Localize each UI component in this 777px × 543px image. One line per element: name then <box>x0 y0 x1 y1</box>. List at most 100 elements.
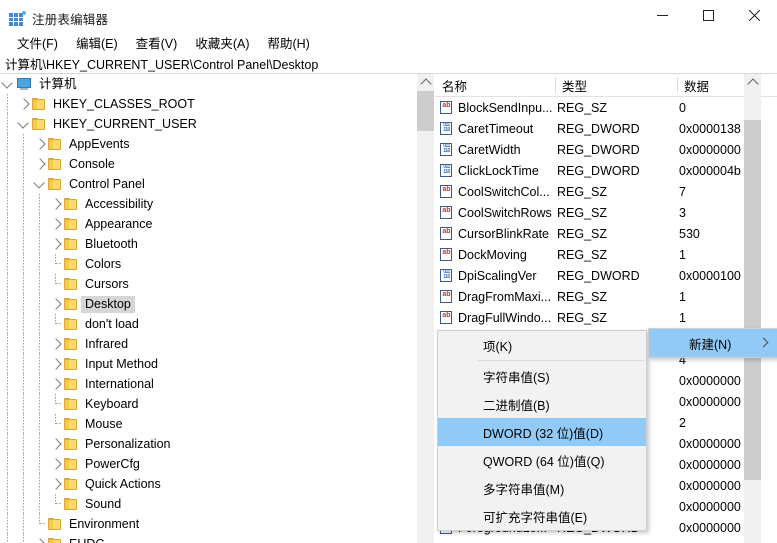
value-row[interactable]: 011110DpiScalingVerREG_DWORD0x0000100 <box>435 265 777 286</box>
menu-1[interactable]: 文件(F) <box>8 30 67 55</box>
tree-expand-chevron-icon[interactable] <box>48 294 64 314</box>
tree-expand-chevron-icon[interactable] <box>32 154 48 174</box>
menu-4[interactable]: 收藏夹(A) <box>186 30 258 55</box>
tree-indent <box>32 454 48 474</box>
submenu-item-4[interactable]: DWORD (32 位)值(D) <box>438 418 646 446</box>
tree-item-keyboard[interactable]: Keyboard <box>0 394 420 414</box>
folder-icon <box>48 138 62 151</box>
tree-item-console[interactable]: Console <box>0 154 420 174</box>
minimize-button[interactable] <box>639 0 685 31</box>
submenu-item-3[interactable]: 二进制值(B) <box>438 390 646 418</box>
values-scroll-up-button[interactable] <box>744 74 761 91</box>
tree-expand-chevron-icon[interactable] <box>48 194 64 214</box>
tree-item-accessibility[interactable]: Accessibility <box>0 194 420 214</box>
registry-tree-pane[interactable]: 计算机HKEY_CLASSES_ROOTHKEY_CURRENT_USERApp… <box>0 74 434 543</box>
tree-indent <box>0 274 16 294</box>
string-value-icon: ab <box>439 206 454 220</box>
address-bar[interactable]: 计算机\HKEY_CURRENT_USER\Control Panel\Desk… <box>0 54 777 73</box>
tree-indent <box>32 414 48 434</box>
tree-expand-chevron-icon[interactable] <box>48 234 64 254</box>
title-bar-left: 注册表编辑器 <box>9 9 108 28</box>
submenu-item-1[interactable]: 项(K) <box>438 331 646 359</box>
tree-item-cursors[interactable]: Cursors <box>0 274 420 294</box>
tree-guide-line <box>7 154 8 174</box>
value-row[interactable]: abBlockSendInpu...REG_SZ0 <box>435 97 777 118</box>
tree-item-control-panel[interactable]: Control Panel <box>0 174 420 194</box>
tree-leaf-connector <box>48 254 64 274</box>
value-data: 0x0000000 <box>679 458 741 472</box>
tree-expand-chevron-icon[interactable] <box>48 354 64 374</box>
menu-2[interactable]: 编辑(E) <box>67 30 127 55</box>
value-row[interactable]: 011110CaretWidthREG_DWORD0x0000000 <box>435 139 777 160</box>
tree-item-colors[interactable]: Colors <box>0 254 420 274</box>
tree-indent <box>32 334 48 354</box>
column-header-type[interactable]: 类型 <box>555 74 587 96</box>
submenu-item-6[interactable]: 多字符串值(M) <box>438 474 646 502</box>
dword-value-icon: 011110 <box>439 164 454 178</box>
tree-item-hkey-classes-root[interactable]: HKEY_CLASSES_ROOT <box>0 94 420 114</box>
value-row[interactable]: abCursorBlinkRateREG_SZ530 <box>435 223 777 244</box>
submenu-item-2[interactable]: 字符串值(S) <box>438 362 646 390</box>
value-row[interactable]: abCoolSwitchRowsREG_SZ3 <box>435 202 777 223</box>
tree-item-input-method[interactable]: Input Method <box>0 354 420 374</box>
tree-item-label: International <box>81 376 158 393</box>
tree-item-infrared[interactable]: Infrared <box>0 334 420 354</box>
tree-item-powercfg[interactable]: PowerCfg <box>0 454 420 474</box>
tree-item-desktop[interactable]: Desktop <box>0 294 420 314</box>
tree-expand-chevron-icon[interactable] <box>16 94 32 114</box>
value-data: 0x0000000 <box>679 437 741 451</box>
tree-scrollbar-track[interactable] <box>417 74 434 543</box>
tree-item-environment[interactable]: Environment <box>0 514 420 534</box>
tree-item-eudc[interactable]: EUDC <box>0 534 420 543</box>
chevron-down-icon <box>1 77 12 88</box>
tree-collapse-chevron-icon[interactable] <box>0 74 16 94</box>
value-row[interactable]: 011110CaretTimeoutREG_DWORD0x0000138 <box>435 118 777 139</box>
tree-item-quick-actions[interactable]: Quick Actions <box>0 474 420 494</box>
tree-expand-chevron-icon[interactable] <box>48 374 64 394</box>
value-data: 0x0000100 <box>679 269 741 283</box>
tree-collapse-chevron-icon[interactable] <box>32 174 48 194</box>
column-header-data[interactable]: 数据 <box>677 74 709 96</box>
column-divider[interactable] <box>555 77 556 93</box>
tree-guide-line <box>23 234 24 254</box>
menu-item-new[interactable]: 新建(N) <box>649 329 777 357</box>
tree-item-sound[interactable]: Sound <box>0 494 420 514</box>
submenu-item-7[interactable]: 可扩充字符串值(E) <box>438 502 646 530</box>
value-row[interactable]: abDragFullWindo...REG_SZ1 <box>435 307 777 328</box>
tree-expand-chevron-icon[interactable] <box>48 214 64 234</box>
tree-expand-chevron-icon[interactable] <box>32 134 48 154</box>
column-divider[interactable] <box>677 77 678 93</box>
value-row[interactable]: 011110ClickLockTimeREG_DWORD0x000004b <box>435 160 777 181</box>
value-row[interactable]: abCoolSwitchCol...REG_SZ7 <box>435 181 777 202</box>
tree-item-personalization[interactable]: Personalization <box>0 434 420 454</box>
column-header-name[interactable]: 名称 <box>435 74 467 96</box>
tree-expand-chevron-icon[interactable] <box>32 534 48 543</box>
tree-expand-chevron-icon[interactable] <box>48 334 64 354</box>
tree-item-appevents[interactable]: AppEvents <box>0 134 420 154</box>
value-row[interactable]: abDockMovingREG_SZ1 <box>435 244 777 265</box>
tree-expand-chevron-icon[interactable] <box>48 474 64 494</box>
tree-scrollbar[interactable] <box>417 74 434 543</box>
values-scrollbar[interactable] <box>744 74 761 543</box>
value-row[interactable]: abDragFromMaxi...REG_SZ1 <box>435 286 777 307</box>
tree-item--[interactable]: 计算机 <box>0 74 420 94</box>
tree-item-international[interactable]: International <box>0 374 420 394</box>
values-scrollbar-thumb[interactable] <box>744 120 761 480</box>
tree-collapse-chevron-icon[interactable] <box>16 114 32 134</box>
tree-item-appearance[interactable]: Appearance <box>0 214 420 234</box>
tree-scroll-up-button[interactable] <box>417 74 434 91</box>
tree-item-don-t-load[interactable]: don't load <box>0 314 420 334</box>
close-button[interactable] <box>731 0 777 31</box>
value-data: 0x0000000 <box>679 374 741 388</box>
submenu-item-5[interactable]: QWORD (64 位)值(Q) <box>438 446 646 474</box>
menu-3[interactable]: 查看(V) <box>127 30 187 55</box>
tree-item-mouse[interactable]: Mouse <box>0 414 420 434</box>
tree-expand-chevron-icon[interactable] <box>48 454 64 474</box>
tree-scrollbar-thumb[interactable] <box>417 91 434 131</box>
tree-item-hkey-current-user[interactable]: HKEY_CURRENT_USER <box>0 114 420 134</box>
menu-5[interactable]: 帮助(H) <box>258 30 318 55</box>
maximize-button[interactable] <box>685 0 731 31</box>
tree-indent <box>16 234 32 254</box>
tree-item-bluetooth[interactable]: Bluetooth <box>0 234 420 254</box>
tree-expand-chevron-icon[interactable] <box>48 434 64 454</box>
